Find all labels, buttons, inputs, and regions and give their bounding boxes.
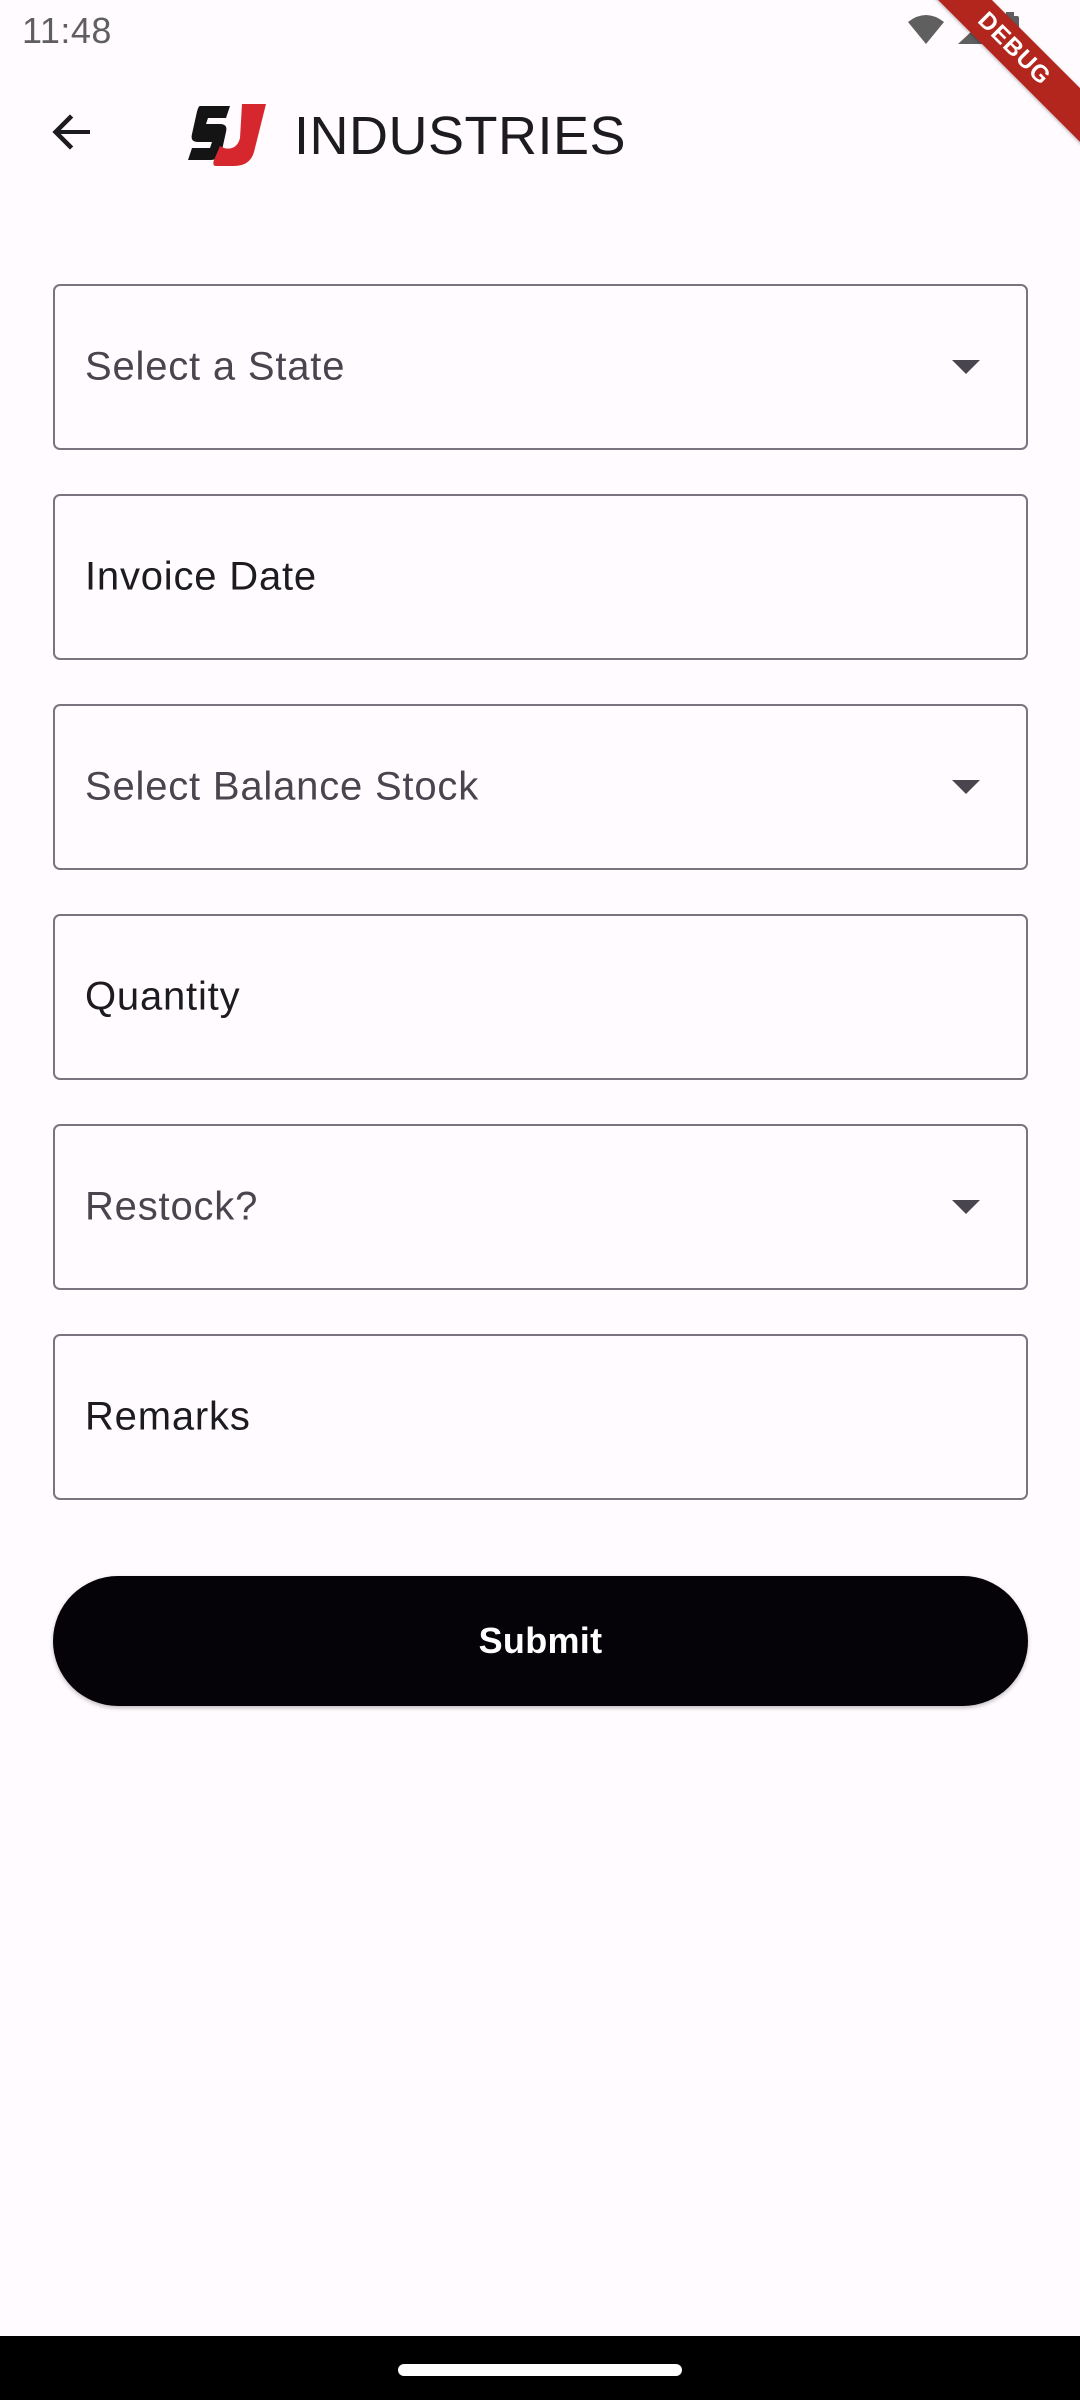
quantity-label: Quantity xyxy=(85,974,241,1019)
home-gesture-handle[interactable] xyxy=(398,2364,682,2376)
status-icons xyxy=(906,12,1020,48)
back-button[interactable] xyxy=(36,98,108,170)
wifi-icon xyxy=(906,14,946,46)
remarks-label: Remarks xyxy=(85,1394,251,1439)
dropdown-arrow-icon xyxy=(952,1200,980,1214)
submit-button[interactable]: Submit xyxy=(53,1576,1028,1706)
state-dropdown[interactable]: Select a State xyxy=(53,284,1028,450)
status-time: 11:48 xyxy=(22,10,112,51)
remarks-field[interactable]: Remarks xyxy=(53,1334,1028,1500)
restock-dropdown-placeholder: Restock? xyxy=(85,1184,259,1229)
navigation-bar xyxy=(0,2336,1080,2400)
app-title: INDUSTRIES xyxy=(294,106,627,166)
dropdown-arrow-icon xyxy=(952,360,980,374)
sj-logo xyxy=(186,102,268,168)
balance-stock-dropdown[interactable]: Select Balance Stock xyxy=(53,704,1028,870)
status-bar: 11:48 xyxy=(0,0,1080,62)
balance-stock-dropdown-placeholder: Select Balance Stock xyxy=(85,764,479,809)
inventory-form: Select a State Invoice Date Select Balan… xyxy=(53,284,1028,1544)
restock-dropdown[interactable]: Restock? xyxy=(53,1124,1028,1290)
quantity-field[interactable]: Quantity xyxy=(53,914,1028,1080)
invoice-date-field[interactable]: Invoice Date xyxy=(53,494,1028,660)
battery-icon xyxy=(1000,12,1020,48)
screen: 11:48 DEBUG INDUSTRIES Select a State In… xyxy=(0,0,1080,2400)
cellular-signal-icon xyxy=(956,14,990,46)
arrow-back-icon xyxy=(48,108,96,161)
invoice-date-label: Invoice Date xyxy=(85,554,317,599)
state-dropdown-placeholder: Select a State xyxy=(85,344,346,389)
dropdown-arrow-icon xyxy=(952,780,980,794)
app-bar: INDUSTRIES xyxy=(0,62,1080,212)
